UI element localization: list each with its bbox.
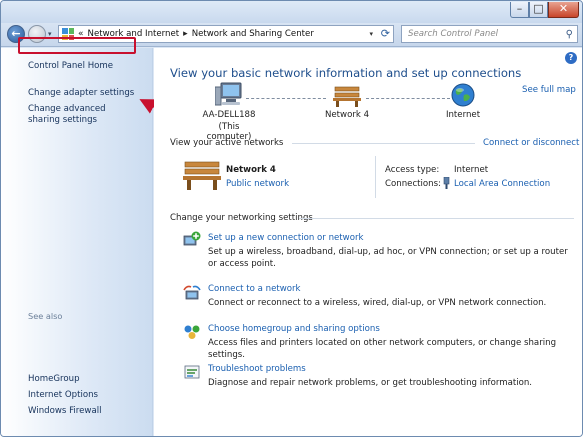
map-network-name: Network 4	[324, 110, 370, 120]
bench-icon	[333, 86, 361, 107]
help-icon[interactable]: ?	[565, 52, 577, 64]
change-settings-heading: Change your networking settings	[170, 213, 313, 223]
troubleshoot-link[interactable]: Troubleshoot problems	[208, 364, 306, 374]
map-connector-1	[246, 98, 326, 99]
active-networks-heading: View your active networks	[170, 138, 284, 148]
public-network-link[interactable]: Public network	[226, 179, 289, 189]
network-bench-icon	[183, 161, 221, 190]
change-settings-rule	[299, 218, 574, 219]
setup-new-connection-link[interactable]: Set up a new connection or network	[208, 233, 363, 243]
active-network-name: Network 4	[226, 165, 276, 175]
connect-to-network-desc: Connect or reconnect to a wireless, wire…	[208, 298, 547, 308]
window: – □ ✕ ← ▾ « Network and Internet ▸ Netwo…	[0, 0, 583, 437]
connections-label: Connections:	[385, 179, 441, 189]
setup-new-connection-desc: Set up a wireless, broadband, dial-up, a…	[208, 247, 568, 269]
map-computer-name: AA-DELL188	[202, 110, 256, 120]
active-networks-rule	[292, 143, 475, 144]
access-type-value: Internet	[454, 165, 489, 175]
access-type-label: Access type:	[385, 165, 440, 175]
homegroup-icon	[184, 325, 200, 339]
troubleshoot-desc: Diagnose and repair network problems, or…	[208, 378, 533, 388]
local-area-connection-link[interactable]: Local Area Connection	[454, 179, 550, 189]
new-connection-icon	[183, 231, 201, 246]
active-networks-divider	[375, 156, 376, 198]
connect-or-disconnect-link[interactable]: Connect or disconnect	[483, 138, 579, 148]
homegroup-sharing-desc: Access files and printers located on oth…	[208, 338, 557, 360]
map-connector-2	[366, 98, 450, 99]
troubleshoot-icon	[184, 365, 200, 379]
map-internet: Internet	[445, 110, 481, 120]
page-title: View your basic network information and …	[170, 66, 522, 80]
connect-to-network-link[interactable]: Connect to a network	[208, 284, 301, 294]
connect-network-icon	[183, 285, 201, 300]
network-adapter-icon	[443, 177, 450, 189]
see-full-map-link[interactable]: See full map	[522, 85, 576, 95]
internet-globe-icon	[451, 83, 475, 107]
homegroup-sharing-link[interactable]: Choose homegroup and sharing options	[208, 324, 380, 334]
computer-icon	[215, 82, 242, 106]
